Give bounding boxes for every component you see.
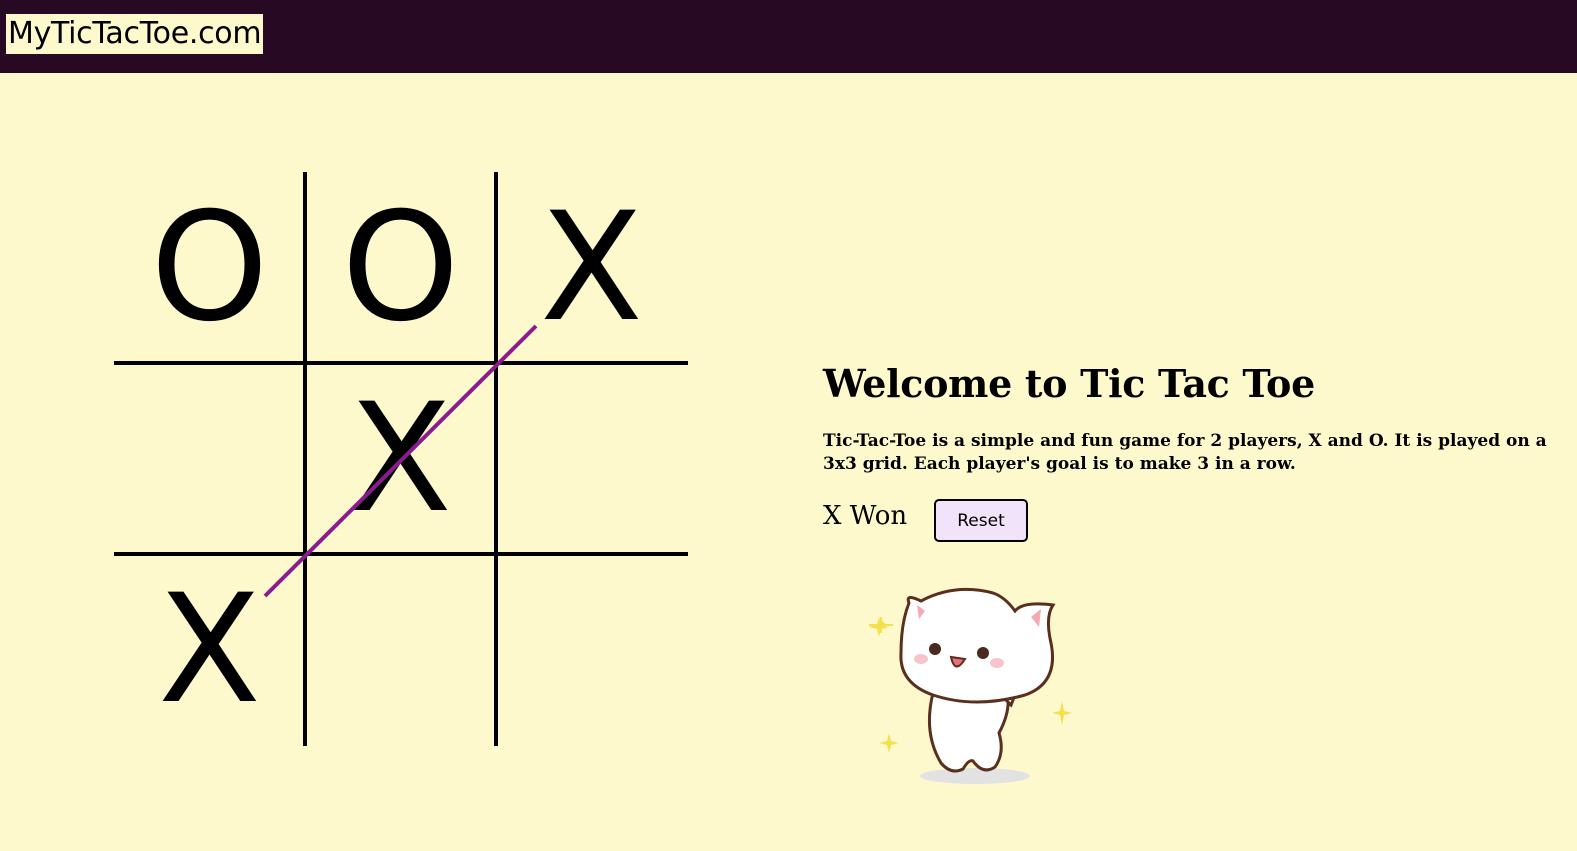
board-cell-2-1[interactable] xyxy=(305,554,496,745)
board-cell-0-1[interactable]: O xyxy=(305,172,496,363)
board-cell-1-1[interactable]: X xyxy=(305,363,496,554)
status-row: X Won Reset xyxy=(823,497,1223,545)
board-cell-2-0[interactable]: X xyxy=(114,554,305,745)
site-title[interactable]: MyTicTacToe.com xyxy=(6,14,264,54)
top-navbar: MyTicTacToe.com xyxy=(0,0,1577,73)
board-cell-0-2[interactable]: X xyxy=(496,172,687,363)
info-panel: Welcome to Tic Tac Toe Tic-Tac-Toe is a … xyxy=(823,358,1568,476)
board-cell-1-2[interactable] xyxy=(496,363,687,554)
page-heading: Welcome to Tic Tac Toe xyxy=(823,361,1315,406)
board-cell-1-0[interactable] xyxy=(114,363,305,554)
board-cell-2-2[interactable] xyxy=(496,554,687,745)
game-description: Tic-Tac-Toe is a simple and fun game for… xyxy=(823,431,1547,474)
cat-mascot-icon xyxy=(869,587,1072,784)
game-board: O O X X X xyxy=(114,172,688,746)
reset-button[interactable]: Reset xyxy=(934,499,1028,542)
board-cell-0-0[interactable]: O xyxy=(114,172,305,363)
game-status: X Won xyxy=(823,501,908,531)
